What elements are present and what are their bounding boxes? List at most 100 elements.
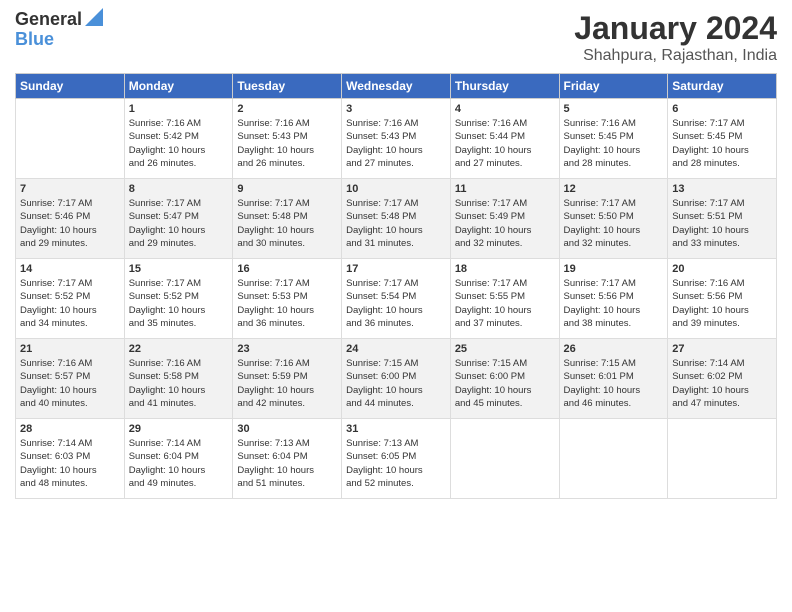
title-block: January 2024 Shahpura, Rajasthan, India (574, 10, 777, 65)
calendar-cell: 17Sunrise: 7:17 AM Sunset: 5:54 PM Dayli… (342, 259, 451, 339)
day-info: Sunrise: 7:14 AM Sunset: 6:03 PM Dayligh… (20, 437, 120, 490)
calendar-cell (559, 419, 668, 499)
day-info: Sunrise: 7:17 AM Sunset: 5:49 PM Dayligh… (455, 197, 555, 250)
day-info: Sunrise: 7:16 AM Sunset: 5:44 PM Dayligh… (455, 117, 555, 170)
day-info: Sunrise: 7:13 AM Sunset: 6:05 PM Dayligh… (346, 437, 446, 490)
day-number: 15 (129, 263, 229, 275)
page-container: General Blue January 2024 Shahpura, Raja… (0, 0, 792, 509)
day-info: Sunrise: 7:16 AM Sunset: 5:43 PM Dayligh… (237, 117, 337, 170)
day-number: 5 (564, 103, 664, 115)
day-info: Sunrise: 7:17 AM Sunset: 5:48 PM Dayligh… (237, 197, 337, 250)
day-number: 20 (672, 263, 772, 275)
calendar-cell: 5 Sunrise: 7:16 AM Sunset: 5:45 PM Daylig… (559, 99, 668, 179)
calendar-cell (450, 419, 559, 499)
calendar-cell: 11 Sunrise: 7:17 AM Sunset: 5:49 PM Dayli… (450, 179, 559, 259)
day-info: Sunrise: 7:17 AM Sunset: 5:46 PM Dayligh… (20, 197, 120, 250)
day-header-sunday: Sunday (16, 74, 125, 99)
day-header-thursday: Thursday (450, 74, 559, 99)
day-number: 29 (129, 423, 229, 435)
day-number: 2 (237, 103, 337, 115)
calendar-cell: 3Sunrise: 7:16 AM Sunset: 5:43 PM Daylig… (342, 99, 451, 179)
day-number: 7 (20, 183, 120, 195)
day-number: 3 (346, 103, 446, 115)
day-info: Sunrise: 7:16 AM Sunset: 5:58 PM Dayligh… (129, 357, 229, 410)
day-info: Sunrise: 7:17 AM Sunset: 5:51 PM Dayligh… (672, 197, 772, 250)
day-header-saturday: Saturday (668, 74, 777, 99)
day-info: Sunrise: 7:16 AM Sunset: 5:57 PM Dayligh… (20, 357, 120, 410)
day-number: 8 (129, 183, 229, 195)
calendar-cell: 26 Sunrise: 7:15 AM Sunset: 6:01 PM Dayli… (559, 339, 668, 419)
day-number: 22 (129, 343, 229, 355)
day-number: 26 (564, 343, 664, 355)
day-info: Sunrise: 7:17 AM Sunset: 5:55 PM Dayligh… (455, 277, 555, 330)
day-number: 30 (237, 423, 337, 435)
week-row-3: 14 Sunrise: 7:17 AM Sunset: 5:52 PM Dayli… (16, 259, 777, 339)
calendar-cell: 28 Sunrise: 7:14 AM Sunset: 6:03 PM Dayli… (16, 419, 125, 499)
logo-text-general: General (15, 10, 82, 30)
day-number: 27 (672, 343, 772, 355)
day-header-wednesday: Wednesday (342, 74, 451, 99)
day-info: Sunrise: 7:15 AM Sunset: 6:00 PM Dayligh… (346, 357, 446, 410)
day-number: 12 (564, 183, 664, 195)
day-number: 19 (564, 263, 664, 275)
day-info: Sunrise: 7:17 AM Sunset: 5:45 PM Dayligh… (672, 117, 772, 170)
calendar-cell (668, 419, 777, 499)
calendar-cell: 10 Sunrise: 7:17 AM Sunset: 5:48 PM Dayli… (342, 179, 451, 259)
day-number: 28 (20, 423, 120, 435)
day-number: 10 (346, 183, 446, 195)
calendar-table: SundayMondayTuesdayWednesdayThursdayFrid… (15, 73, 777, 499)
day-number: 9 (237, 183, 337, 195)
day-header-tuesday: Tuesday (233, 74, 342, 99)
day-number: 14 (20, 263, 120, 275)
day-header-friday: Friday (559, 74, 668, 99)
calendar-cell: 13 Sunrise: 7:17 AM Sunset: 5:51 PM Dayli… (668, 179, 777, 259)
calendar-cell: 29Sunrise: 7:14 AM Sunset: 6:04 PM Dayli… (124, 419, 233, 499)
logo-text-blue: Blue (15, 30, 54, 50)
calendar-cell: 7 Sunrise: 7:17 AM Sunset: 5:46 PM Daylig… (16, 179, 125, 259)
calendar-cell: 23Sunrise: 7:16 AM Sunset: 5:59 PM Dayli… (233, 339, 342, 419)
week-row-4: 21 Sunrise: 7:16 AM Sunset: 5:57 PM Dayli… (16, 339, 777, 419)
day-info: Sunrise: 7:13 AM Sunset: 6:04 PM Dayligh… (237, 437, 337, 490)
calendar-cell: 31 Sunrise: 7:13 AM Sunset: 6:05 PM Dayli… (342, 419, 451, 499)
week-row-2: 7 Sunrise: 7:17 AM Sunset: 5:46 PM Daylig… (16, 179, 777, 259)
day-info: Sunrise: 7:17 AM Sunset: 5:50 PM Dayligh… (564, 197, 664, 250)
calendar-cell: 25Sunrise: 7:15 AM Sunset: 6:00 PM Dayli… (450, 339, 559, 419)
main-title: January 2024 (574, 10, 777, 47)
page-header: General Blue January 2024 Shahpura, Raja… (15, 10, 777, 65)
day-info: Sunrise: 7:15 AM Sunset: 6:01 PM Dayligh… (564, 357, 664, 410)
day-info: Sunrise: 7:17 AM Sunset: 5:56 PM Dayligh… (564, 277, 664, 330)
calendar-cell: 6 Sunrise: 7:17 AM Sunset: 5:45 PM Daylig… (668, 99, 777, 179)
day-number: 1 (129, 103, 229, 115)
calendar-cell (16, 99, 125, 179)
day-number: 31 (346, 423, 446, 435)
calendar-cell: 24 Sunrise: 7:15 AM Sunset: 6:00 PM Dayli… (342, 339, 451, 419)
day-info: Sunrise: 7:16 AM Sunset: 5:56 PM Dayligh… (672, 277, 772, 330)
day-info: Sunrise: 7:14 AM Sunset: 6:02 PM Dayligh… (672, 357, 772, 410)
day-info: Sunrise: 7:15 AM Sunset: 6:00 PM Dayligh… (455, 357, 555, 410)
calendar-cell: 30 Sunrise: 7:13 AM Sunset: 6:04 PM Dayli… (233, 419, 342, 499)
header-row: SundayMondayTuesdayWednesdayThursdayFrid… (16, 74, 777, 99)
calendar-cell: 27 Sunrise: 7:14 AM Sunset: 6:02 PM Dayli… (668, 339, 777, 419)
day-number: 13 (672, 183, 772, 195)
day-info: Sunrise: 7:17 AM Sunset: 5:47 PM Dayligh… (129, 197, 229, 250)
day-info: Sunrise: 7:17 AM Sunset: 5:48 PM Dayligh… (346, 197, 446, 250)
day-number: 18 (455, 263, 555, 275)
day-info: Sunrise: 7:17 AM Sunset: 5:54 PM Dayligh… (346, 277, 446, 330)
calendar-cell: 15 Sunrise: 7:17 AM Sunset: 5:52 PM Dayli… (124, 259, 233, 339)
day-info: Sunrise: 7:16 AM Sunset: 5:42 PM Dayligh… (129, 117, 229, 170)
day-number: 6 (672, 103, 772, 115)
day-number: 11 (455, 183, 555, 195)
day-info: Sunrise: 7:17 AM Sunset: 5:52 PM Dayligh… (129, 277, 229, 330)
week-row-5: 28 Sunrise: 7:14 AM Sunset: 6:03 PM Dayli… (16, 419, 777, 499)
calendar-cell: 21 Sunrise: 7:16 AM Sunset: 5:57 PM Dayli… (16, 339, 125, 419)
calendar-cell: 12 Sunrise: 7:17 AM Sunset: 5:50 PM Dayli… (559, 179, 668, 259)
calendar-cell: 2 Sunrise: 7:16 AM Sunset: 5:43 PM Daylig… (233, 99, 342, 179)
day-number: 21 (20, 343, 120, 355)
week-row-1: 1 Sunrise: 7:16 AM Sunset: 5:42 PM Daylig… (16, 99, 777, 179)
day-info: Sunrise: 7:16 AM Sunset: 5:45 PM Dayligh… (564, 117, 664, 170)
calendar-cell: 14Sunrise: 7:17 AM Sunset: 5:52 PM Dayli… (16, 259, 125, 339)
day-number: 24 (346, 343, 446, 355)
calendar-cell: 16Sunrise: 7:17 AM Sunset: 5:53 PM Dayli… (233, 259, 342, 339)
calendar-cell: 8 Sunrise: 7:17 AM Sunset: 5:47 PM Daylig… (124, 179, 233, 259)
calendar-cell: 20 Sunrise: 7:16 AM Sunset: 5:56 PM Dayli… (668, 259, 777, 339)
